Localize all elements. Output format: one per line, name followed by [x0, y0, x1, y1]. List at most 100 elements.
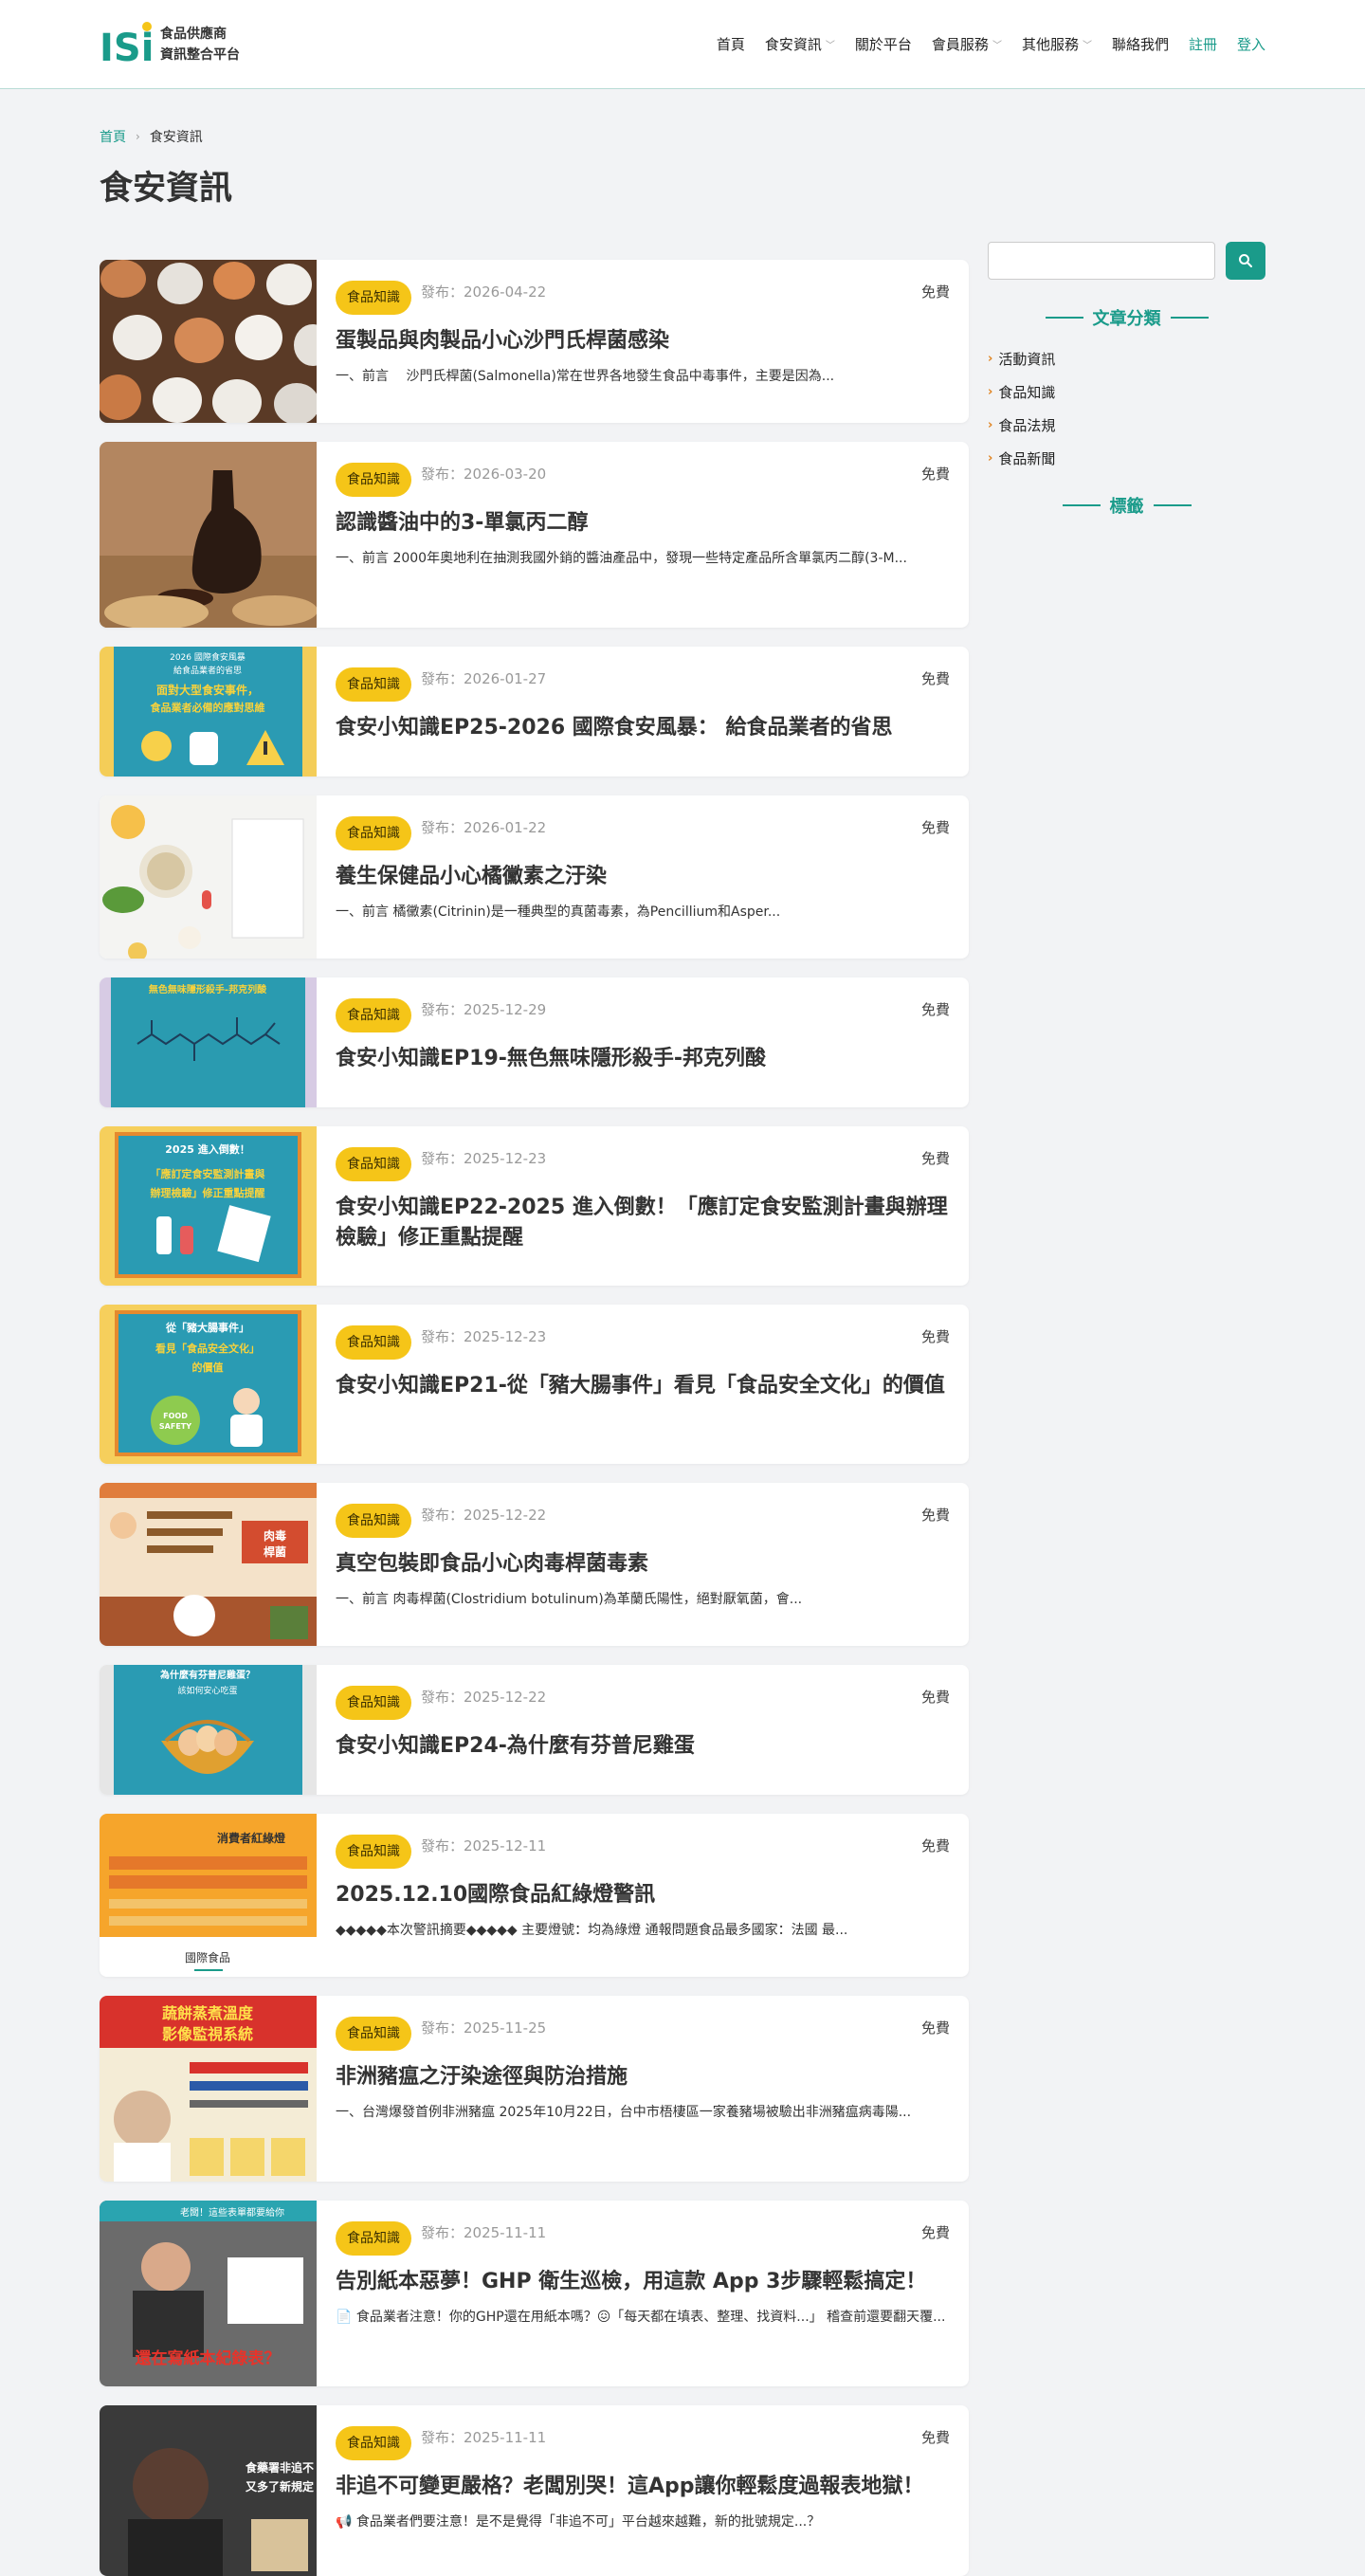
nav-item-food-safety-info[interactable]: 食安資訊 ﹀: [765, 34, 835, 54]
nav-label: 首頁: [716, 36, 745, 53]
category-badge[interactable]: 食品知識: [336, 1686, 411, 1720]
article-card[interactable]: 2026 國際食安風暴 給食品業者的省思 面對大型食安事件， 食品業者必備的應對…: [100, 647, 969, 776]
article-title[interactable]: 食安小知識EP22-2025 進入倒數！「應訂定食安監測計畫與辦理檢驗」修正重點…: [336, 1193, 950, 1253]
article-thumbnail[interactable]: 為什麼有芬普尼雞蛋？ 該如何安心吃蛋: [100, 1665, 317, 1795]
article-excerpt: 一、前言 橘黴素(Citrinin)是一種典型的真菌毒素，為Pencillium…: [336, 904, 781, 920]
chevron-right-icon: ›: [988, 451, 993, 466]
paperwork-stress-image: 老闆！這些表單都要給你 還在寫紙本紀錄表？: [100, 2201, 317, 2386]
category-badge[interactable]: 食品知識: [336, 1147, 411, 1181]
article-title[interactable]: 食安小知識EP21-從「豬大腸事件」看見「食品安全文化」的價值: [336, 1371, 950, 1401]
category-badge[interactable]: 食品知識: [336, 1325, 411, 1360]
category-badge[interactable]: 食品知識: [336, 281, 411, 315]
article-card[interactable]: 消費者紅綠燈 國際食品 食品知識 發布：2025-12-11 免費 2025.1…: [100, 1814, 969, 1977]
article-title[interactable]: 養生保健品小心橘黴素之汙染: [336, 862, 950, 892]
publish-date: 發布：2025-12-23: [421, 1149, 547, 1167]
sidebar-search-button[interactable]: [1226, 242, 1265, 280]
price-label: 免費: [920, 1506, 950, 1524]
article-body: 食品知識 發布：2025-12-23 免費 食安小知識EP22-2025 進入倒…: [336, 1145, 950, 1253]
article-card[interactable]: 無色無味隱形殺手-邦克列酸 食品知識 發布：2025-12-29 免費 食安小知…: [100, 977, 969, 1107]
breadcrumb: 首頁 › 食安資訊: [100, 127, 203, 146]
thumb-text: 食藥署非追不: [245, 2460, 314, 2475]
article-card[interactable]: 2025 進入倒數！ 「應訂定食安監測計畫與 辦理檢驗」修正重點提醒 食品知識 …: [100, 1126, 969, 1286]
category-badge[interactable]: 食品知識: [336, 998, 411, 1032]
article-thumbnail[interactable]: [100, 260, 317, 423]
article-body: 食品知識 發布：2025-11-25 免費 非洲豬瘟之汙染途徑與防治措施 一、台…: [336, 2015, 950, 2123]
thumb-text: 該如何安心吃蛋: [177, 1685, 237, 1696]
article-body: 食品知識 發布：2026-04-22 免費 蛋製品與肉製品小心沙門氏桿菌感染 一…: [336, 279, 950, 387]
article-meta: 食品知識 發布：2026-04-22 免費: [336, 279, 950, 317]
category-badge[interactable]: 食品知識: [336, 816, 411, 850]
breadcrumb-current: 食安資訊: [149, 130, 203, 145]
nav-item-member-services[interactable]: 會員服務 ﹀: [932, 34, 1002, 54]
article-card[interactable]: 食品知識 發布：2026-01-22 免費 養生保健品小心橘黴素之汙染 一、前言…: [100, 795, 969, 959]
article-thumbnail[interactable]: 無色無味隱形殺手-邦克列酸: [100, 977, 317, 1107]
publish-date: 發布：2025-11-11: [421, 2428, 547, 2446]
category-badge[interactable]: 食品知識: [336, 1835, 411, 1869]
thumb-text: 看見「食品安全文化」: [155, 1342, 260, 1355]
article-card[interactable]: 蔬餅蒸煮溫度 影像監視系統 食品知識 發布：2025-11-25 免費 非洲豬瘟…: [100, 1996, 969, 2182]
chevron-right-icon: ›: [136, 130, 140, 143]
article-thumbnail[interactable]: 從「豬大腸事件」 看見「食品安全文化」 的價值 FOOD SAFETY: [100, 1305, 317, 1464]
article-thumbnail[interactable]: 肉毒 桿菌: [100, 1483, 317, 1646]
nav-item-contact[interactable]: 聯絡我們: [1112, 34, 1169, 54]
article-card[interactable]: 食藥署非追不 又多了新規定 食品知識 發布：2025-11-11 免費 非追不可…: [100, 2405, 969, 2576]
article-thumbnail[interactable]: 食藥署非追不 又多了新規定: [100, 2405, 317, 2576]
category-item[interactable]: › 食品新聞: [988, 442, 1055, 475]
article-title[interactable]: 2025.12.10國際食品紅綠燈警訊: [336, 1880, 950, 1910]
category-item[interactable]: › 食品法規: [988, 409, 1055, 442]
register-link[interactable]: 註冊: [1189, 34, 1217, 54]
article-meta: 食品知識 發布：2025-11-11 免費: [336, 2220, 950, 2257]
article-title[interactable]: 食安小知識EP24-為什麼有芬普尼雞蛋: [336, 1731, 950, 1762]
category-badge[interactable]: 食品知識: [336, 463, 411, 497]
article-thumbnail[interactable]: 2025 進入倒數！ 「應訂定食安監測計畫與 辦理檢驗」修正重點提醒: [100, 1126, 317, 1286]
chevron-down-icon: ﹀: [825, 41, 835, 51]
eggs-image: [100, 260, 317, 423]
soy-sauce-image: [100, 442, 317, 628]
article-title[interactable]: 食安小知識EP25-2026 國際食安風暴： 給食品業者的省思: [336, 713, 950, 743]
article-card[interactable]: 食品知識 發布：2026-03-20 免費 認識醬油中的3-單氯丙二醇 一、前言…: [100, 442, 969, 628]
article-meta: 食品知識 發布：2025-11-11 免費: [336, 2424, 950, 2462]
brand-logo[interactable]: ISi 食品供應商 資訊整合平台: [100, 21, 240, 68]
thumb-text: SAFETY: [159, 1422, 191, 1431]
category-badge[interactable]: 食品知識: [336, 2017, 411, 2051]
article-card[interactable]: 老闆！這些表單都要給你 還在寫紙本紀錄表？ 食品知識 發布：2025-11-11…: [100, 2201, 969, 2386]
article-thumbnail[interactable]: [100, 795, 317, 959]
category-item[interactable]: › 活動資訊: [988, 342, 1055, 375]
nav-item-other-services[interactable]: 其他服務 ﹀: [1022, 34, 1092, 54]
article-title[interactable]: 非洲豬瘟之汙染途徑與防治措施: [336, 2062, 950, 2092]
nav-item-about[interactable]: 關於平台: [855, 34, 912, 54]
article-title[interactable]: 蛋製品與肉製品小心沙門氏桿菌感染: [336, 326, 950, 356]
publish-date: 發布：2026-01-22: [421, 818, 547, 836]
article-card[interactable]: 食品知識 發布：2026-04-22 免費 蛋製品與肉製品小心沙門氏桿菌感染 一…: [100, 260, 969, 423]
article-title[interactable]: 認識醬油中的3-單氯丙二醇: [336, 508, 950, 539]
categories-heading: 文章分類: [988, 305, 1265, 330]
thumb-text: 老闆！這些表單都要給你: [180, 2206, 284, 2219]
breadcrumb-home-link[interactable]: 首頁: [100, 127, 126, 146]
article-thumbnail[interactable]: 2026 國際食安風暴 給食品業者的省思 面對大型食安事件， 食品業者必備的應對…: [100, 647, 317, 776]
article-card[interactable]: 從「豬大腸事件」 看見「食品安全文化」 的價值 FOOD SAFETY 食品知識…: [100, 1305, 969, 1464]
article-title[interactable]: 非追不可變更嚴格？老闆別哭！這App讓你輕鬆度過報表地獄！: [336, 2472, 950, 2502]
article-body: 食品知識 發布：2026-03-20 免費 認識醬油中的3-單氯丙二醇 一、前言…: [336, 461, 950, 569]
sidebar-search-input[interactable]: [988, 242, 1215, 280]
article-card[interactable]: 肉毒 桿菌 食品知識 發布：2025-12-22 免費 真空包裝即食品小心肉毒桿…: [100, 1483, 969, 1646]
article-thumbnail[interactable]: [100, 442, 317, 628]
article-title[interactable]: 真空包裝即食品小心肉毒桿菌毒素: [336, 1549, 950, 1580]
category-badge[interactable]: 食品知識: [336, 1504, 411, 1538]
heading-divider: [1062, 504, 1101, 506]
nav-item-home[interactable]: 首頁: [717, 34, 745, 54]
article-title[interactable]: 告別紙本惡夢！GHP 衛生巡檢，用這款 App 3步驟輕鬆搞定！: [336, 2267, 950, 2297]
login-link[interactable]: 登入: [1237, 34, 1265, 54]
article-thumbnail[interactable]: 消費者紅綠燈 國際食品: [100, 1814, 317, 1977]
thumb-text: 影像監視系統: [162, 2025, 253, 2043]
article-card[interactable]: 為什麼有芬普尼雞蛋？ 該如何安心吃蛋 食品知識 發布：2025-12-22 免費…: [100, 1665, 969, 1795]
category-badge[interactable]: 食品知識: [336, 2221, 411, 2256]
article-title[interactable]: 食安小知識EP19-無色無味隱形殺手-邦克列酸: [336, 1044, 950, 1074]
ep24-cover-image: 為什麼有芬普尼雞蛋？ 該如何安心吃蛋: [100, 1665, 317, 1795]
article-excerpt: 一、前言 肉毒桿菌(Clostridium botulinum)為革蘭氏陽性，絕…: [336, 1592, 803, 1607]
brand-line-1: 食品供應商: [160, 26, 227, 42]
article-thumbnail[interactable]: 老闆！這些表單都要給你 還在寫紙本紀錄表？: [100, 2201, 317, 2386]
category-badge[interactable]: 食品知識: [336, 667, 411, 702]
category-item[interactable]: › 食品知識: [988, 375, 1055, 409]
article-thumbnail[interactable]: 蔬餅蒸煮溫度 影像監視系統: [100, 1996, 317, 2182]
category-badge[interactable]: 食品知識: [336, 2426, 411, 2460]
